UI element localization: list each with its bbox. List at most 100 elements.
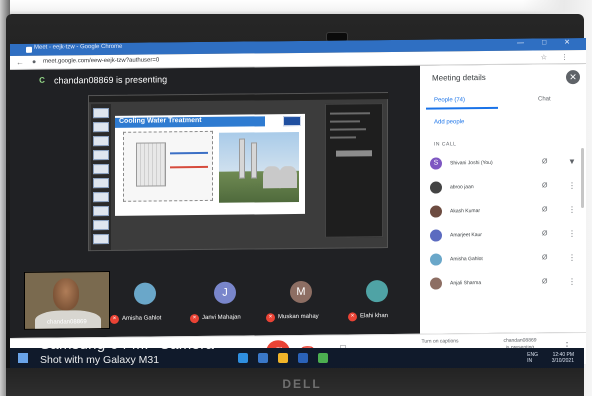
side-panel-line [330, 136, 356, 139]
participant-tile[interactable]: M × Muskan mahay [110, 280, 400, 323]
shared-screen: Cooling Water Treatment [88, 92, 389, 252]
participant-name: Shivani Joshi (You) [450, 159, 493, 167]
more-options-icon[interactable]: ⋮ [568, 205, 576, 214]
mail-icon[interactable] [298, 353, 308, 363]
participant-name: abroo jaan [450, 184, 474, 191]
participant-row[interactable]: S Shivani Joshi (You) Ø ▼ [430, 156, 580, 174]
presenter-badge: C [39, 75, 45, 85]
participant-row[interactable]: abroo jaan Ø ⋮ [430, 180, 580, 198]
close-icon[interactable]: ✕ [566, 70, 580, 85]
muted-mic-icon: × [266, 313, 275, 323]
participant-name: Muskan mahay [278, 313, 319, 321]
cooling-tower-diagram [123, 130, 213, 202]
muted-mic-icon: Ø [542, 182, 548, 190]
participant-name: Anjali Sharma [450, 280, 482, 287]
tab-people[interactable]: People (74) [434, 97, 465, 103]
meeting-details-panel: Meeting details ✕ People (74) Chat Add p… [420, 63, 586, 334]
participants-scrollbar[interactable] [581, 147, 584, 209]
pin-icon[interactable]: ▼ [568, 157, 576, 166]
window-controls[interactable]: — □ ✕ [517, 38, 578, 47]
participant-tile[interactable]: × Amisha Gahlot [110, 280, 400, 324]
more-options-icon[interactable]: ⋮ [568, 253, 576, 262]
captions-button[interactable]: Turn on captions [420, 338, 460, 344]
side-panel-button [336, 150, 372, 157]
slide-thumbnail [93, 219, 109, 231]
muted-mic-icon: Ø [542, 230, 548, 238]
edge-icon[interactable] [238, 353, 248, 363]
add-people-button[interactable]: Add people [434, 119, 464, 125]
diagram-tower-shape [136, 142, 166, 187]
slide-title: Cooling Water Treatment [119, 116, 202, 125]
in-call-label: IN CALL [434, 141, 457, 148]
slide-title-bar: Cooling Water Treatment [115, 116, 265, 128]
participant-tiles: × Amisha Gahlot J × Janvi Mahajan M × Mu… [110, 280, 400, 331]
current-slide: Cooling Water Treatment [115, 113, 305, 216]
participant-row[interactable]: Amisha Gahlot Ø ⋮ [430, 252, 580, 270]
participant-name: Amisha Gahlot [122, 315, 162, 322]
camera-watermark: Samsung 64 MP Camera [40, 336, 215, 353]
more-options-icon[interactable]: ⋮ [568, 181, 576, 190]
participant-avatar [430, 181, 442, 194]
slide-thumbnail [93, 205, 109, 217]
diagram-pipe [170, 151, 208, 155]
side-panel-line [330, 112, 370, 115]
shared-toolbar [89, 93, 389, 103]
slide-thumbnail [93, 121, 109, 133]
region-code: IN [527, 358, 533, 364]
muted-mic-icon: Ø [542, 254, 548, 262]
lock-icon: ● [32, 58, 37, 66]
participant-avatar [366, 280, 388, 303]
participant-row[interactable]: Anjali Sharma Ø ⋮ [430, 276, 580, 294]
participant-tile[interactable]: × Elahi khan [110, 280, 400, 322]
participant-avatar: J [214, 281, 236, 304]
tab-chat[interactable]: Chat [538, 96, 551, 102]
muted-mic-icon: × [348, 312, 357, 322]
cooling-tower-shape [279, 165, 297, 189]
chrome-icon[interactable] [318, 353, 328, 363]
participant-row[interactable]: Akash Kumar Ø ⋮ [430, 204, 580, 222]
shared-side-panel [325, 103, 383, 238]
participant-name: Amisha Gahlot [450, 256, 483, 263]
muted-mic-icon: Ø [542, 206, 548, 214]
self-video-tile[interactable]: chandan08869 [24, 270, 110, 330]
participant-name: Amarjeet Kaur [450, 232, 482, 239]
browser-title: Meet - eejk-tzw - Google Chrome [34, 43, 123, 51]
system-clock[interactable]: 12:40 PM 3/10/2021 [552, 352, 574, 364]
camera-watermark-subtitle: Shot with my Galaxy M31 [40, 354, 160, 366]
photo-frame: Meet - eejk-tzw - Google Chrome — □ ✕ ← … [0, 0, 592, 396]
chimney-shape [239, 138, 245, 179]
diagram-pipe [170, 165, 208, 169]
back-arrow-icon[interactable]: ← [16, 58, 24, 67]
language-indicator[interactable]: ENG IN [527, 352, 538, 364]
side-panel-line [330, 128, 366, 131]
participant-name: Akash Kumar [450, 208, 481, 215]
slide-thumbnail [93, 107, 109, 119]
more-options-icon[interactable]: ⋮ [568, 229, 576, 238]
muted-mic-icon: × [190, 314, 199, 324]
slide-thumbnail-rail [91, 103, 111, 251]
url-text[interactable]: meet.google.com/eew-eejk-tzw?authuser=0 [43, 57, 159, 64]
participant-avatar [430, 229, 442, 242]
person-face [53, 278, 79, 311]
slide-thumbnail [93, 135, 109, 147]
side-panel-line [330, 120, 360, 123]
meet-stage: C chandan08869 is presenting Cooling Wat… [10, 65, 420, 338]
address-bar-icons[interactable]: ☆ ⋮ [541, 53, 574, 61]
participant-tile[interactable]: J × Janvi Mahajan [110, 280, 400, 324]
participant-name: Elahi khan [360, 313, 389, 320]
explorer-icon[interactable] [278, 353, 288, 363]
active-tab-indicator [426, 106, 498, 110]
chimney-shape [251, 142, 257, 179]
participant-avatar [134, 282, 156, 305]
more-options-icon[interactable]: ⋮ [568, 277, 576, 286]
slide-thumbnail [93, 163, 109, 175]
participant-avatar: S [430, 157, 442, 170]
monitor-brand-logo: DELL [282, 377, 322, 391]
start-icon[interactable] [18, 353, 28, 363]
muted-mic-icon: Ø [542, 158, 548, 166]
clock-date: 3/10/2021 [551, 358, 574, 364]
participant-avatar [430, 277, 442, 290]
participant-row[interactable]: Amarjeet Kaur Ø ⋮ [430, 228, 580, 246]
store-icon[interactable] [258, 353, 268, 363]
muted-mic-icon: Ø [542, 278, 548, 286]
